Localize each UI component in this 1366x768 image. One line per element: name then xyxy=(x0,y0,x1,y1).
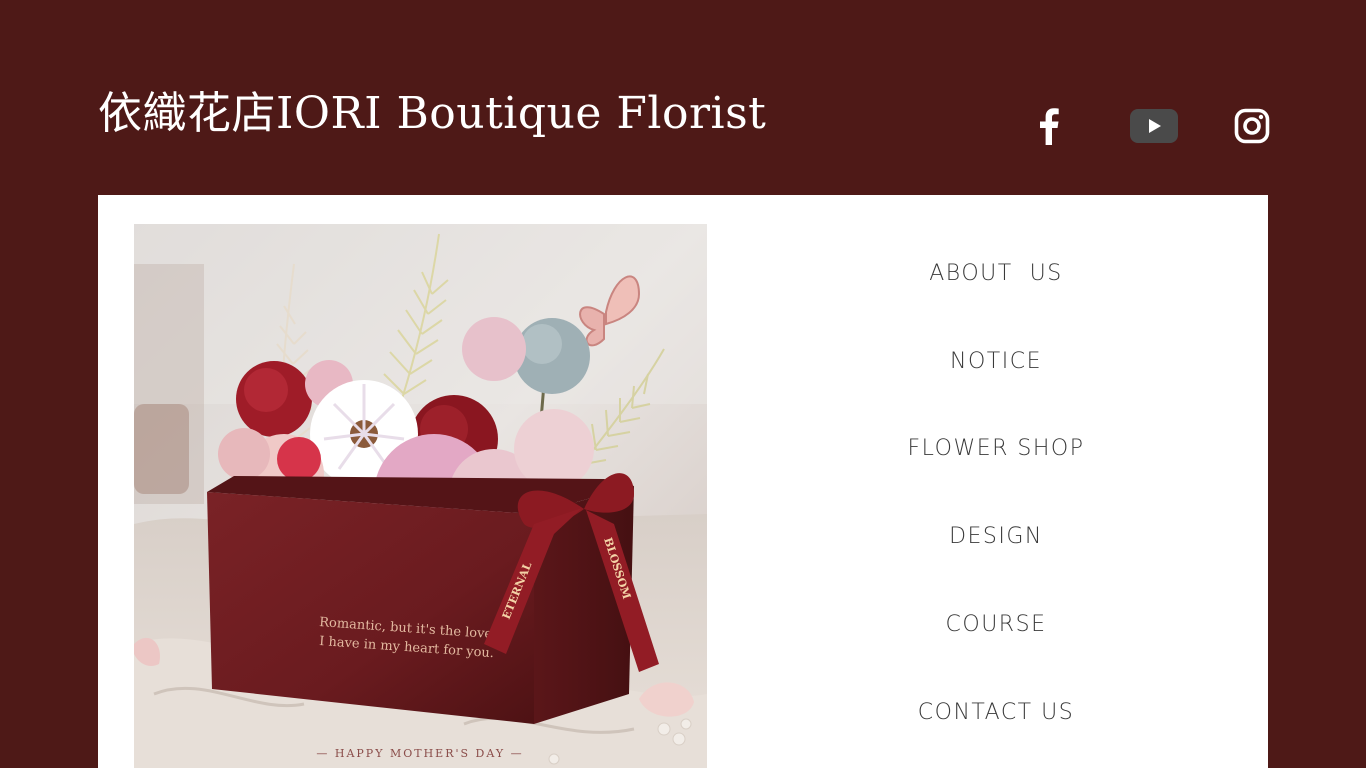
nav-item-notice[interactable]: NOTICE xyxy=(776,340,1216,384)
instagram-link[interactable] xyxy=(1232,104,1272,148)
hero-image: Romantic, but it's the love I have in my… xyxy=(134,224,707,768)
hero-caption: — HAPPY MOTHER'S DAY — xyxy=(316,747,523,760)
page: 依織花店IORI Boutique Florist Romantic, but … xyxy=(0,0,1366,768)
content-card: Romantic, but it's the love I have in my… xyxy=(98,195,1268,768)
nav-item-contact-us[interactable]: CONTACT US xyxy=(776,691,1216,735)
youtube-link[interactable] xyxy=(1128,104,1180,148)
nav-item-design[interactable]: DESIGN xyxy=(776,515,1216,559)
main-nav: ABOUT US NOTICE FLOWER SHOP DESIGN COURS… xyxy=(776,224,1216,768)
facebook-icon xyxy=(1038,107,1060,145)
site-title[interactable]: 依織花店IORI Boutique Florist xyxy=(98,82,766,146)
social-bar xyxy=(1020,104,1280,148)
facebook-link[interactable] xyxy=(1030,104,1068,148)
nav-item-about-us[interactable]: ABOUT US xyxy=(776,252,1216,296)
youtube-icon xyxy=(1130,109,1178,143)
nav-item-course[interactable]: COURSE xyxy=(776,603,1216,647)
instagram-icon xyxy=(1234,108,1270,144)
nav-item-flower-shop[interactable]: FLOWER SHOP xyxy=(776,427,1216,471)
